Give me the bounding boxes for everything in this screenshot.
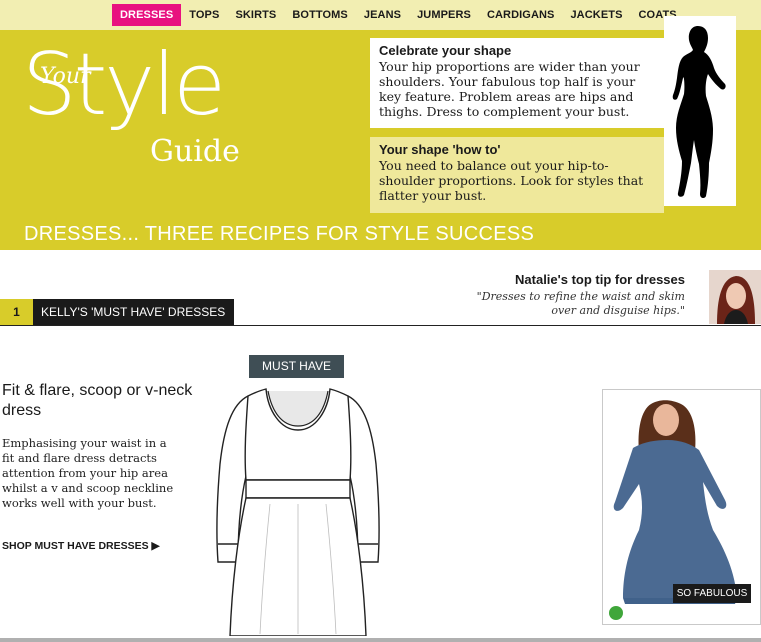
expand-photo-icon[interactable]: [609, 606, 623, 620]
nav-item-cardigans[interactable]: CARDIGANS: [479, 4, 563, 26]
category-nav: DRESSES TOPS SKIRTS BOTTOMS JEANS JUMPERS CARD…: [0, 0, 761, 30]
logo-guide-text: Guide: [150, 134, 240, 169]
celebrate-shape-box: Celebrate your shape Your hip proportion…: [370, 38, 664, 128]
section-number: 1: [0, 299, 33, 325]
product-description: Emphasising your waist in a fit and flar…: [2, 436, 174, 510]
hero-banner: DRESSES... THREE RECIPES FOR STYLE SUCCE…: [24, 223, 535, 245]
so-fabulous-label: SO FABULOUS: [673, 584, 751, 603]
section-title: KELLY'S 'MUST HAVE' DRESSES: [33, 299, 234, 325]
page-bottom-border: [0, 638, 761, 642]
celebrate-shape-text: Your hip proportions are wider than your…: [379, 59, 640, 119]
nav-item-dresses[interactable]: DRESSES: [112, 4, 182, 26]
hero-section: Style Your Guide Celebrate your shape Yo…: [0, 16, 761, 250]
product-title: Fit & flare, scoop or v-neck dress: [2, 382, 193, 419]
pear-silhouette-icon: [672, 26, 726, 199]
tip-quote: "Dresses to refine the waist and skim ov…: [476, 290, 685, 317]
celebrate-shape-title: Celebrate your shape: [379, 43, 512, 58]
shape-howto-text: You need to balance out your hip-to-shou…: [379, 158, 644, 203]
nav-item-skirts[interactable]: SKIRTS: [227, 4, 284, 26]
nav-item-jumpers[interactable]: JUMPERS: [409, 4, 479, 26]
logo-your-text: Your: [40, 64, 91, 89]
dress-sketch-icon: [216, 388, 380, 636]
body-shape-silhouette: [664, 16, 736, 206]
nav-item-jeans[interactable]: JEANS: [356, 4, 409, 26]
product-photo[interactable]: SO FABULOUS: [602, 389, 761, 625]
shop-must-have-link[interactable]: SHOP MUST HAVE DRESSES ▶: [2, 540, 160, 552]
stylist-avatar: [709, 270, 761, 324]
shape-howto-title: Your shape 'how to': [379, 142, 501, 157]
tip-title: Natalie's top tip for dresses: [515, 272, 685, 287]
nav-item-tops[interactable]: TOPS: [181, 4, 227, 26]
style-guide-logo: Style Your Guide: [18, 42, 268, 172]
shape-howto-box: Your shape 'how to' You need to balance …: [370, 137, 664, 213]
category-nav-items: DRESSES TOPS SKIRTS BOTTOMS JEANS JUMPERS CARD…: [112, 4, 685, 26]
must-have-badge: MUST HAVE: [249, 355, 344, 378]
section-divider: [0, 325, 761, 326]
nav-item-jackets[interactable]: JACKETS: [562, 4, 630, 26]
stylist-portrait-icon: [709, 270, 761, 324]
nav-item-bottoms[interactable]: BOTTOMS: [284, 4, 356, 26]
